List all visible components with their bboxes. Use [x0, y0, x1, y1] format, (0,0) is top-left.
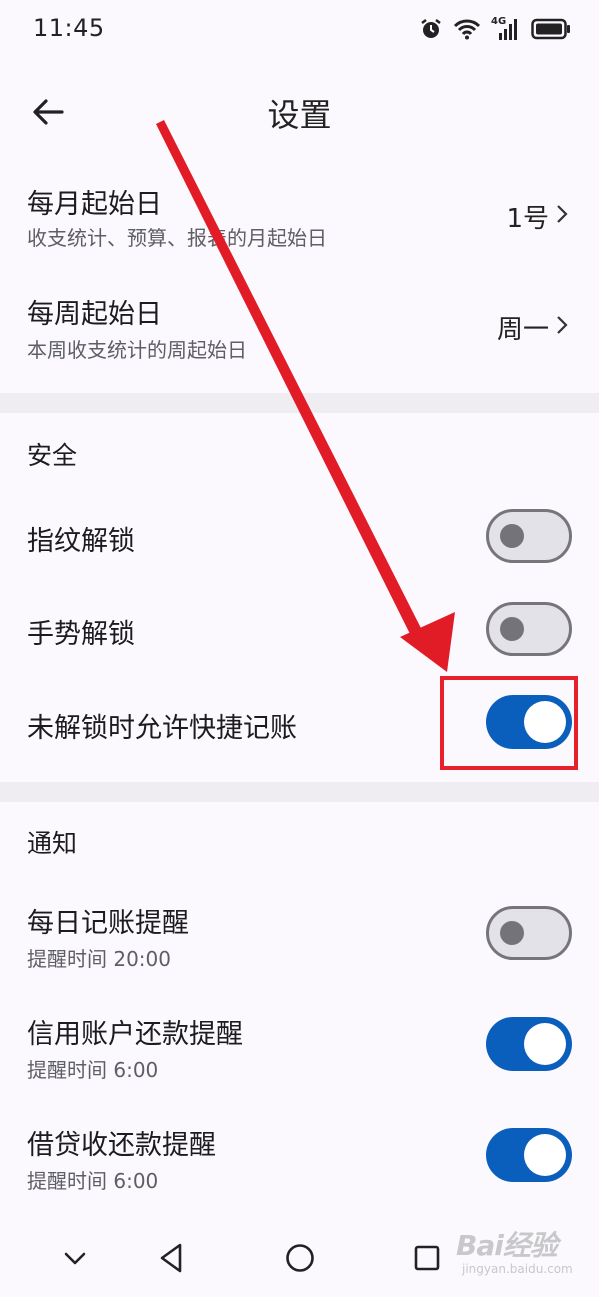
gesture-unlock-toggle[interactable] [486, 602, 572, 656]
section-divider [0, 393, 599, 413]
credit-repayment-reminder-toggle[interactable] [486, 1017, 572, 1071]
wifi-icon [453, 18, 481, 40]
toggle-knob [524, 1023, 566, 1065]
nav-collapse-button[interactable] [55, 1238, 95, 1278]
loan-repayment-reminder-toggle[interactable] [486, 1128, 572, 1182]
row-subtitle: 提醒时间 6:00 [27, 1058, 159, 1082]
row-label: 每月起始日 [27, 189, 162, 220]
week-start-day-row[interactable]: 每周起始日 本周收支统计的周起始日 周一 [0, 280, 599, 380]
gesture-unlock-row[interactable]: 手势解锁 [0, 599, 599, 659]
daily-reminder-toggle[interactable] [486, 906, 572, 960]
row-label: 手势解锁 [27, 619, 135, 650]
row-value: 1号 [506, 204, 549, 234]
row-label: 未解锁时允许快捷记账 [27, 713, 297, 744]
nav-back-button[interactable] [152, 1238, 192, 1278]
toggle-knob [500, 524, 524, 548]
chevron-right-icon [557, 205, 568, 223]
security-section-title: 安全 [27, 441, 78, 470]
toggle-knob [524, 1134, 566, 1176]
row-subtitle: 提醒时间 20:00 [27, 947, 171, 971]
toggle-knob [500, 617, 524, 641]
daily-reminder-row[interactable]: 每日记账提醒 提醒时间 20:00 [0, 895, 599, 975]
chevron-down-icon [64, 1252, 86, 1265]
row-label: 每日记账提醒 [27, 908, 189, 939]
row-value: 周一 [496, 315, 549, 345]
credit-repayment-reminder-row[interactable]: 信用账户还款提醒 提醒时间 6:00 [0, 1006, 599, 1086]
nav-recents-button[interactable] [407, 1238, 447, 1278]
status-icons: 4G [419, 13, 571, 45]
chevron-right-icon [557, 316, 568, 334]
status-bar: 11:45 4G [0, 0, 599, 60]
toggle-knob [500, 921, 524, 945]
loan-repayment-reminder-row[interactable]: 借贷收还款提醒 提醒时间 6:00 [0, 1117, 599, 1197]
row-subtitle: 收支统计、预算、报表的月起始日 [27, 226, 327, 250]
watermark-logo-text: Bai经验 [456, 1229, 558, 1262]
fingerprint-unlock-toggle[interactable] [486, 509, 572, 563]
row-label: 每周起始日 [27, 299, 162, 330]
nav-home-button[interactable] [280, 1238, 320, 1278]
section-divider [0, 782, 599, 802]
row-label: 借贷收还款提醒 [27, 1130, 216, 1161]
battery-icon [531, 18, 571, 40]
signal-icon: 4G [491, 16, 521, 42]
fingerprint-unlock-row[interactable]: 指纹解锁 [0, 506, 599, 566]
row-subtitle: 提醒时间 6:00 [27, 1169, 159, 1193]
row-label: 信用账户还款提醒 [27, 1019, 243, 1050]
watermark-url: jingyan.baidu.com [462, 1262, 573, 1276]
status-time: 11:45 [33, 14, 105, 42]
alarm-icon [419, 17, 443, 41]
home-circle-icon [286, 1244, 314, 1272]
row-subtitle: 本周收支统计的周起始日 [27, 338, 247, 362]
recents-square-icon [414, 1245, 440, 1271]
back-triangle-icon [160, 1243, 182, 1273]
notifications-section-title: 通知 [27, 829, 78, 858]
month-start-day-row[interactable]: 每月起始日 收支统计、预算、报表的月起始日 1号 [0, 170, 599, 270]
row-label: 指纹解锁 [27, 526, 135, 557]
page-title: 设置 [267, 96, 332, 134]
annotation-highlight-box [440, 676, 578, 770]
baidu-jingyan-watermark: Bai经验 jingyan.baidu.com [456, 1224, 596, 1284]
app-bar: 设置 [0, 70, 599, 154]
